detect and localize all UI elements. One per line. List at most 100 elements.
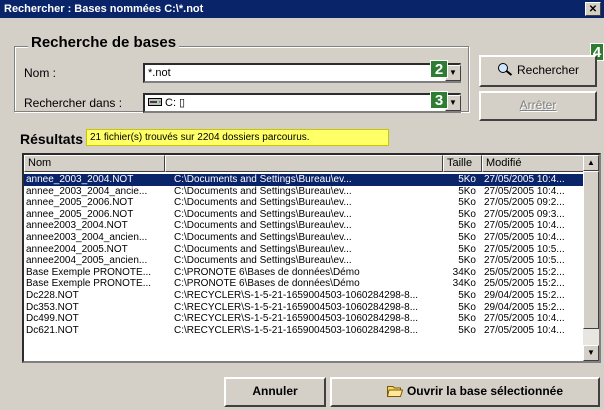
cell-size: 5Ko (458, 243, 476, 255)
cell-path: C:\RECYCLER\S-1-5-21-1659004503-10602842… (174, 301, 419, 313)
cell-path: C:\RECYCLER\S-1-5-21-1659004503-10602842… (174, 313, 419, 325)
scroll-down-button[interactable]: ▼ (583, 345, 599, 361)
cell-path: C:\RECYCLER\S-1-5-21-1659004503-10602842… (174, 324, 419, 336)
cell-size: 5Ko (458, 208, 476, 220)
table-row[interactable]: annee2004_2005.NOT C:\Documents and Setti… (24, 244, 584, 256)
cell-size: 5Ko (458, 220, 476, 232)
table-row[interactable]: annee2003_2004_ancien... C:\Documents and… (24, 232, 584, 244)
table-row[interactable]: Dc499.NOT C:\RECYCLER\S-1-5-21-1659004503… (24, 313, 584, 325)
cell-path: C:\PRONOTE 6\Bases de données\Démo (174, 266, 360, 278)
name-label: Nom : (24, 66, 57, 80)
stop-button[interactable]: Arrêter (479, 91, 597, 121)
table-row[interactable]: annee_2005_2006.NOT C:\Documents and Sett… (24, 197, 584, 209)
cell-size: 5Ko (458, 313, 476, 325)
cell-size: 5Ko (458, 289, 476, 301)
search-button-label: Rechercher (516, 63, 580, 77)
results-rows: annee_2003_2004.NOT C:\Documents and Sett… (24, 174, 584, 336)
table-row[interactable]: Base Exemple PRONOTE... C:\PRONOTE 6\Base… (24, 267, 584, 279)
cell-path: C:\Documents and Settings\Bureau\ev... (174, 255, 352, 267)
table-row[interactable]: annee_2003_2004.NOT C:\Documents and Sett… (24, 174, 584, 186)
cell-path: C:\RECYCLER\S-1-5-21-1659004503-10602842… (174, 289, 419, 301)
cell-name: annee2003_2004.NOT (26, 220, 128, 232)
cancel-button[interactable]: Annuler (224, 377, 326, 407)
results-list[interactable]: Nom Taille Modifié annee_2003_2004.NOT C:… (22, 153, 601, 363)
column-header-size[interactable]: Taille (443, 155, 482, 172)
cell-modified: 27/05/2005 10:4... (484, 313, 565, 325)
scroll-up-button[interactable]: ▲ (583, 155, 599, 171)
cell-modified: 25/05/2005 15:2... (484, 278, 565, 290)
cell-path: C:\Documents and Settings\Bureau\ev... (174, 243, 352, 255)
open-folder-icon (386, 386, 404, 397)
cell-modified: 27/05/2005 10:4... (484, 231, 565, 243)
cell-name: annee2004_2005_ancien... (26, 255, 148, 267)
table-row[interactable]: Dc228.NOT C:\RECYCLER\S-1-5-21-1659004503… (24, 290, 584, 302)
results-summary: 21 fichier(s) trouvés sur 2204 dossiers … (86, 129, 389, 146)
table-row[interactable]: Dc621.NOT C:\RECYCLER\S-1-5-21-1659004503… (24, 325, 584, 337)
title-bar: Rechercher : Bases nommées C:\*.not ✕ (0, 0, 604, 18)
cell-name: Dc621.NOT (26, 324, 79, 336)
cell-size: 5Ko (458, 324, 476, 336)
table-row[interactable]: annee_2003_2004_ancie... C:\Documents and… (24, 186, 584, 198)
table-row[interactable]: Base Exemple PRONOTE... C:\PRONOTE 6\Base… (24, 278, 584, 290)
cell-size: 5Ko (458, 185, 476, 197)
cell-size: 5Ko (458, 255, 476, 267)
cell-size: 5Ko (458, 174, 476, 185)
cell-size: 5Ko (458, 301, 476, 313)
search-in-label: Rechercher dans : (24, 96, 123, 110)
cell-size: 5Ko (458, 231, 476, 243)
search-in-select[interactable]: C: ▯ (143, 93, 461, 113)
cell-size: 5Ko (458, 197, 476, 209)
window-title: Rechercher : Bases nommées C:\*.not (4, 3, 204, 15)
cell-path: C:\Documents and Settings\Bureau\ev... (174, 197, 352, 209)
column-header-name[interactable]: Nom (24, 155, 165, 172)
close-button[interactable]: ✕ (585, 2, 601, 16)
cell-modified: 25/05/2005 15:2... (484, 266, 565, 278)
drive-icon (148, 98, 162, 106)
search-in-value: C: ▯ (165, 97, 186, 109)
cell-modified: 29/04/2005 15:2... (484, 289, 565, 301)
cell-name: Base Exemple PRONOTE... (26, 278, 152, 290)
cell-name: annee_2005_2006.NOT (26, 197, 134, 209)
cell-name: annee2003_2004_ancien... (26, 231, 148, 243)
cell-path: C:\Documents and Settings\Bureau\ev... (174, 174, 352, 185)
cell-modified: 27/05/2005 10:5... (484, 243, 565, 255)
cell-modified: 27/05/2005 10:4... (484, 324, 565, 336)
cell-modified: 27/05/2005 10:4... (484, 174, 565, 185)
scroll-thumb[interactable] (583, 171, 599, 329)
cell-name: Dc499.NOT (26, 313, 79, 325)
cell-name: annee2004_2005.NOT (26, 243, 128, 255)
results-scrollbar[interactable]: ▲ ▼ (583, 155, 599, 361)
search-button[interactable]: Rechercher (479, 55, 597, 87)
table-row[interactable]: annee2004_2005_ancien... C:\Documents and… (24, 255, 584, 267)
name-input-value: *.not (148, 67, 171, 79)
cell-size: 34Ko (452, 266, 476, 278)
cell-path: C:\Documents and Settings\Bureau\ev... (174, 208, 352, 220)
cell-name: annee_2005_2006.NOT (26, 208, 134, 220)
cell-size: 34Ko (452, 278, 476, 290)
column-header-modified[interactable]: Modifié (482, 155, 589, 172)
open-selected-button-label: Ouvrir la base sélectionnée (406, 384, 564, 398)
open-selected-button[interactable]: Ouvrir la base sélectionnée (330, 377, 600, 407)
search-icon (497, 63, 513, 76)
cell-name: Base Exemple PRONOTE... (26, 266, 152, 278)
cell-modified: 29/04/2005 15:2... (484, 301, 565, 313)
cell-modified: 27/05/2005 10:4... (484, 220, 565, 232)
column-header-path[interactable] (165, 155, 443, 172)
cell-path: C:\Documents and Settings\Bureau\ev... (174, 231, 352, 243)
cell-modified: 27/05/2005 09:3... (484, 208, 565, 220)
name-input[interactable]: *.not (143, 63, 461, 83)
marker-3: 3 (430, 91, 448, 109)
cell-name: annee_2003_2004_ancie... (26, 185, 148, 197)
table-row[interactable]: Dc353.NOT C:\RECYCLER\S-1-5-21-1659004503… (24, 302, 584, 314)
marker-2: 2 (430, 60, 448, 78)
table-row[interactable]: annee_2005_2006.NOT C:\Documents and Sett… (24, 209, 584, 221)
cell-path: C:\Documents and Settings\Bureau\ev... (174, 220, 352, 232)
cell-modified: 27/05/2005 09:2... (484, 197, 565, 209)
cell-name: Dc353.NOT (26, 301, 79, 313)
cell-name: Dc228.NOT (26, 289, 79, 301)
cell-modified: 27/05/2005 10:4... (484, 185, 565, 197)
cell-modified: 27/05/2005 10:5... (484, 255, 565, 267)
table-row[interactable]: annee2003_2004.NOT C:\Documents and Setti… (24, 220, 584, 232)
cell-path: C:\Documents and Settings\Bureau\ev... (174, 185, 352, 197)
results-header: Nom Taille Modifié (24, 155, 599, 172)
